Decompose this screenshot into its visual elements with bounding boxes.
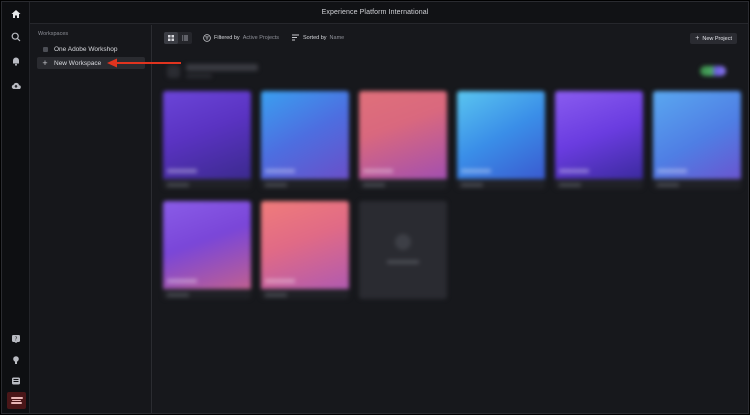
sort-label: Sorted by [303,34,327,41]
filter-label: Filtered by [214,35,240,41]
title-bar: Experience Platform International [2,2,748,24]
status-toggle[interactable] [700,66,726,76]
project-thumbnail [261,91,349,179]
filter-control[interactable]: Filtered by Active Projects [203,34,279,42]
help-icon[interactable]: ? [10,333,22,345]
grid-view-icon[interactable] [164,32,178,44]
cloud-upload-icon[interactable] [10,80,22,92]
profile-avatar[interactable] [7,392,26,409]
project-card[interactable] [457,91,545,189]
project-card[interactable] [359,91,447,189]
sidebar-heading: Workspaces [38,31,69,37]
sidebar-item-label: One Adobe Workshop [54,45,118,53]
new-project-label: New Project [702,35,732,42]
project-thumbnail [163,201,251,289]
workspace-sidebar: Workspaces One Adobe Workshop + New Work… [31,25,152,413]
project-thumbnail [457,91,545,179]
annotation-arrow [107,58,181,68]
sidebar-item-label: New Workspace [54,59,102,67]
project-card[interactable] [163,91,251,189]
plus-icon [395,234,411,250]
bell-icon[interactable] [10,55,22,67]
sort-icon [292,34,299,41]
svg-text:?: ? [15,337,18,343]
app-window: Experience Platform International ? Work… [1,1,749,414]
project-grid-area [153,51,748,413]
add-project-card[interactable] [359,201,447,299]
project-thumbnail [653,91,741,179]
workspace-subtitle-placeholder [186,74,212,78]
lightbulb-icon[interactable] [10,354,22,366]
new-project-button[interactable]: + New Project [690,33,737,44]
project-card[interactable] [261,201,349,299]
filter-value: Active Projects [242,35,280,41]
window-title: Experience Platform International [321,9,429,16]
project-thumbnail [359,91,447,179]
toolbar: Filtered by Active Projects Sorted by Na… [153,25,748,51]
list-view-icon[interactable] [178,32,192,44]
project-card[interactable] [555,91,643,189]
project-thumbnail [261,201,349,289]
plus-icon: + [695,35,700,42]
project-card[interactable] [261,91,349,189]
filter-icon [203,34,211,42]
main-content: Filtered by Active Projects Sorted by Na… [153,25,748,413]
apps-icon[interactable] [10,375,22,387]
project-card[interactable] [653,91,741,189]
plus-icon: + [42,58,48,68]
view-toggle [164,32,192,44]
sidebar-item-one-adobe-workshop[interactable]: One Adobe Workshop [37,43,145,55]
sort-control[interactable]: Sorted by Name [292,34,344,41]
search-icon[interactable] [10,31,22,43]
workspace-title-placeholder [186,64,258,71]
project-card[interactable] [163,201,251,299]
workspace-icon [41,45,49,53]
home-icon[interactable] [10,8,22,20]
sort-value: Name [329,34,345,41]
project-thumbnail [555,91,643,179]
project-thumbnail [163,91,251,179]
left-rail: ? [2,2,30,413]
